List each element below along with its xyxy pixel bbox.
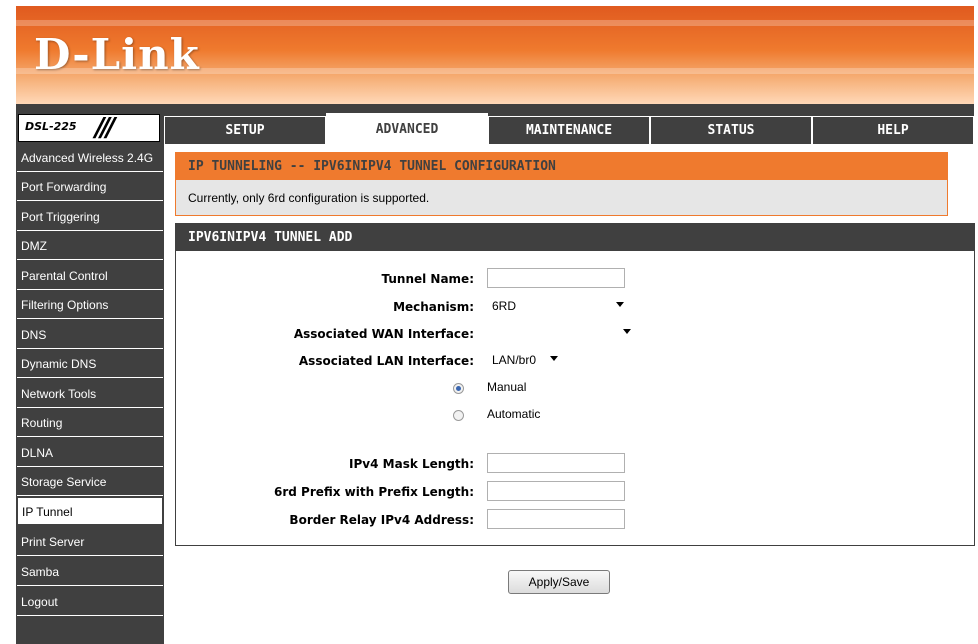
tab-status[interactable]: STATUS [650,116,812,144]
sidebar-item-samba[interactable]: Samba [17,558,163,586]
mechanism-value: 6RD [492,299,517,313]
automatic-radio[interactable] [453,410,464,421]
tab-help[interactable]: HELP [812,116,974,144]
sidebar-item-ip-tunnel[interactable]: IP Tunnel [17,497,163,525]
sidebar-item-dynamic-dns[interactable]: Dynamic DNS [17,350,163,378]
sidebar-item-routing[interactable]: Routing [17,409,163,437]
mechanism-label: Mechanism: [393,300,474,314]
tab-advanced[interactable]: ADVANCED [326,113,488,144]
sidebar-item-print-server[interactable]: Print Server [17,528,163,556]
wan-interface-label: Associated WAN Interface: [293,327,474,341]
info-title: IP TUNNELING -- IPV6INIPV4 TUNNEL CONFIG… [176,153,947,180]
form-title: IPV6INIPV4 TUNNEL ADD [176,224,974,251]
dlink-logo: D-Link [34,30,200,79]
sidebar-item-advanced-wireless[interactable]: Advanced Wireless 2.4G [17,144,163,172]
sidebar-item-dmz[interactable]: DMZ [17,232,163,260]
lan-interface-select[interactable]: LAN/br0 [487,350,563,370]
sidebar-item-parental-control[interactable]: Parental Control [17,262,163,290]
mask-length-input[interactable] [487,453,625,473]
manual-label: Manual [487,380,527,394]
chevron-down-icon [550,356,558,361]
banner-streak [16,20,974,26]
lan-interface-value: LAN/br0 [492,353,537,367]
automatic-label: Automatic [487,407,541,421]
prefix-length-label: 6rd Prefix with Prefix Length: [273,485,474,499]
tab-maintenance[interactable]: MAINTENANCE [488,116,650,144]
info-text: Currently, only 6rd configuration is sup… [188,191,430,205]
chevron-down-icon [623,329,631,334]
tunnel-name-label: Tunnel Name: [381,272,474,286]
tunnel-name-input[interactable] [487,268,625,288]
sidebar: Advanced Wireless 2.4G Port Forwarding P… [16,144,164,644]
sidebar-item-port-triggering[interactable]: Port Triggering [17,203,163,231]
sidebar-item-network-tools[interactable]: Network Tools [17,380,163,408]
top-nav: DSL-225 /// SETUP ADVANCED MAINTENANCE S… [16,104,974,144]
border-relay-input[interactable] [487,509,625,529]
wan-interface-select[interactable] [487,323,636,343]
sidebar-item-filtering-options[interactable]: Filtering Options [17,291,163,319]
lan-interface-label: Associated LAN Interface: [298,354,474,368]
mechanism-select[interactable]: 6RD [487,296,629,316]
sidebar-item-port-forwarding[interactable]: Port Forwarding [17,173,163,201]
manual-radio[interactable] [453,383,464,394]
model-name: DSL-225 [25,120,77,133]
tunnel-add-form: IPV6INIPV4 TUNNEL ADD Tunnel Name: Mecha… [175,223,975,546]
prefix-length-input[interactable] [487,481,625,501]
tab-setup[interactable]: SETUP [164,116,326,144]
sidebar-item-logout[interactable]: Logout [17,588,163,616]
sidebar-item-dns[interactable]: DNS [17,321,163,349]
apply-save-button[interactable]: Apply/Save [508,570,610,594]
sidebar-item-dlna[interactable]: DLNA [17,439,163,467]
model-badge: DSL-225 /// [18,113,160,143]
chevron-down-icon [616,302,624,307]
model-slashes: /// [95,113,115,143]
mask-length-label: IPv4 Mask Length: [349,457,474,471]
sidebar-item-storage-service[interactable]: Storage Service [17,468,163,496]
header-banner: D-Link [16,6,974,104]
border-relay-label: Border Relay IPv4 Address: [289,513,474,527]
info-panel: IP TUNNELING -- IPV6INIPV4 TUNNEL CONFIG… [175,152,948,216]
